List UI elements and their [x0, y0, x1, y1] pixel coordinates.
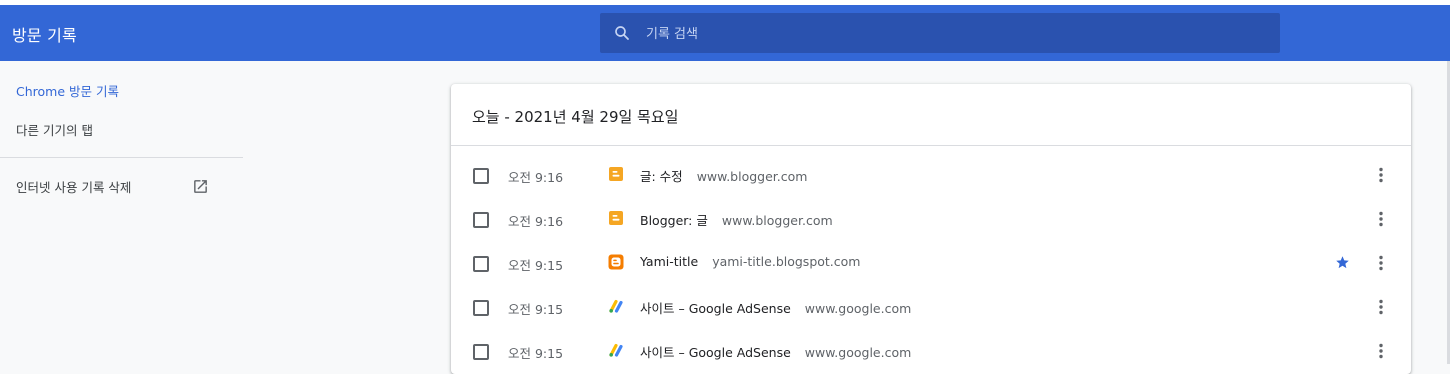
more-actions-icon[interactable]: [1371, 341, 1391, 361]
history-row[interactable]: 오전 9:15 Yami-title yami-title.blogspot.co…: [451, 241, 1411, 285]
page-title-text: Blogger: 글: [640, 213, 708, 228]
page-link[interactable]: Yami-title yami-title.blogspot.com: [640, 254, 860, 269]
blogger-icon: [609, 211, 623, 225]
row-checkbox[interactable]: [473, 212, 489, 228]
search-box[interactable]: [600, 13, 1280, 53]
row-checkbox[interactable]: [473, 344, 489, 360]
adsense-icon: [609, 299, 623, 313]
sidebar-item-clear-browsing-data[interactable]: 인터넷 사용 기록 삭제: [16, 177, 131, 196]
search-icon: [615, 26, 629, 40]
card-divider: [451, 145, 1411, 146]
page-link[interactable]: 글: 수정 www.blogger.com: [640, 166, 807, 185]
blogger-icon: [609, 167, 623, 181]
history-row[interactable]: 오전 9:16 글: 수정 www.blogger.com: [451, 153, 1411, 197]
history-card: 오늘 - 2021년 4월 29일 목요일 오전 9:16 글: 수정 www.b…: [451, 84, 1411, 374]
sidebar-divider: [0, 157, 243, 158]
history-row[interactable]: 오전 9:15 사이트 – Google AdSense www.google.c…: [451, 285, 1411, 329]
sidebar-item-chrome-history[interactable]: Chrome 방문 기록: [16, 81, 119, 100]
page-title-text: 사이트 – Google AdSense: [640, 345, 791, 360]
page-link[interactable]: 사이트 – Google AdSense www.google.com: [640, 342, 911, 361]
sidebar-item-other-devices[interactable]: 다른 기기의 탭: [16, 120, 93, 139]
page-title-text: Yami-title: [640, 254, 699, 269]
date-heading: 오늘 - 2021년 4월 29일 목요일: [472, 108, 679, 126]
more-actions-icon[interactable]: [1371, 297, 1391, 317]
page-title: 방문 기록: [12, 26, 77, 45]
visit-time: 오전 9:15: [508, 258, 564, 273]
visit-time: 오전 9:16: [508, 214, 564, 229]
row-checkbox[interactable]: [473, 300, 489, 316]
page-link[interactable]: 사이트 – Google AdSense www.google.com: [640, 298, 911, 317]
page-domain: www.google.com: [804, 345, 912, 360]
page-domain: www.blogger.com: [696, 169, 808, 184]
history-row[interactable]: 오전 9:15 사이트 – Google AdSense www.google.c…: [451, 329, 1411, 373]
bookmark-star-icon[interactable]: [1335, 255, 1350, 270]
page-domain: www.google.com: [804, 301, 912, 316]
row-checkbox[interactable]: [473, 168, 489, 184]
visit-time: 오전 9:15: [508, 302, 564, 317]
adsense-icon: [609, 343, 623, 357]
page-title-text: 글: 수정: [640, 169, 683, 184]
visit-time: 오전 9:15: [508, 346, 564, 361]
more-actions-icon[interactable]: [1371, 253, 1391, 273]
search-input[interactable]: [644, 21, 1248, 47]
row-checkbox[interactable]: [473, 256, 489, 272]
toolbar: 방문 기록: [0, 5, 1450, 61]
more-actions-icon[interactable]: [1371, 209, 1391, 229]
open-in-new-icon[interactable]: [192, 178, 209, 195]
blogspot-icon: [608, 254, 624, 270]
page-link[interactable]: Blogger: 글 www.blogger.com: [640, 210, 833, 229]
more-actions-icon[interactable]: [1371, 165, 1391, 185]
visit-time: 오전 9:16: [508, 170, 564, 185]
history-row[interactable]: 오전 9:16 Blogger: 글 www.blogger.com: [451, 197, 1411, 241]
page-domain: yami-title.blogspot.com: [712, 254, 861, 269]
page-title-text: 사이트 – Google AdSense: [640, 301, 791, 316]
page-domain: www.blogger.com: [721, 213, 833, 228]
